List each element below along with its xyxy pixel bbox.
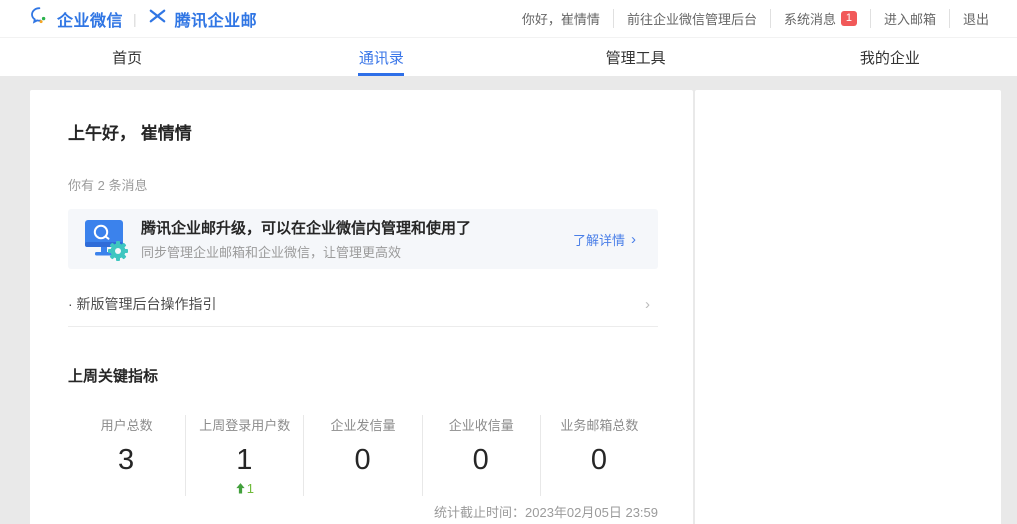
topbar-links: 你好，崔情情 前往企业微信管理后台 系统消息 1 进入邮箱 退出 bbox=[509, 9, 989, 28]
system-message-link[interactable]: 系统消息 1 bbox=[770, 9, 870, 28]
wecom-bubble-icon bbox=[30, 6, 50, 31]
banner-texts: 腾讯企业邮升级，可以在企业微信内管理和使用了 同步管理企业邮箱和企业微信，让管理… bbox=[141, 217, 471, 261]
metric-value: 1 bbox=[236, 444, 253, 477]
banner-title: 腾讯企业邮升级，可以在企业微信内管理和使用了 bbox=[141, 217, 471, 238]
topbar: 企业微信 | 腾讯企业邮 你好，崔情情 前往企业微信管理后台 系统消息 1 进入… bbox=[0, 0, 1017, 37]
metric-label: 上周登录用户数 bbox=[199, 415, 290, 434]
goto-wecom-admin-link[interactable]: 前往企业微信管理后台 bbox=[613, 9, 770, 28]
upgrade-banner[interactable]: 腾讯企业邮升级，可以在企业微信内管理和使用了 同步管理企业邮箱和企业微信，让管理… bbox=[68, 209, 658, 269]
dashboard-panel: 上午好， 崔情情 你有 2 条消息 bbox=[30, 90, 693, 524]
wecom-brand-label: 企业微信 bbox=[57, 7, 123, 31]
tab-home[interactable]: 首页 bbox=[0, 38, 254, 76]
wecom-logo[interactable]: 企业微信 bbox=[30, 6, 123, 31]
metric-value: 3 bbox=[118, 444, 135, 477]
exmail-brand-label: 腾讯企业邮 bbox=[175, 7, 258, 31]
tab-contacts[interactable]: 通讯录 bbox=[254, 38, 508, 76]
metric-label: 用户总数 bbox=[101, 415, 153, 434]
metric-label: 业务邮箱总数 bbox=[560, 415, 638, 434]
metric-received-mail: 企业收信量 0 bbox=[422, 415, 540, 496]
page-greeting: 上午好， 崔情情 bbox=[68, 119, 658, 144]
stats-cutoff-time: 统计截止时间：2023年02月05日 23:59 bbox=[68, 502, 658, 521]
exmail-bowtie-icon bbox=[147, 6, 168, 31]
nav-tabs: 首页 通讯录 管理工具 我的企业 bbox=[0, 37, 1017, 76]
metric-value: 0 bbox=[591, 444, 608, 477]
admin-guide-row[interactable]: · 新版管理后台操作指引 › bbox=[68, 282, 658, 327]
metric-business-mailboxes: 业务邮箱总数 0 bbox=[540, 415, 658, 496]
messages-summary: 你有 2 条消息 bbox=[68, 175, 658, 194]
exmail-logo[interactable]: 腾讯企业邮 bbox=[147, 6, 258, 31]
admin-guide-label: · 新版管理后台操作指引 bbox=[68, 294, 217, 314]
metrics-row: 用户总数 3 上周登录用户数 1 1 企业发信量 0 企业收信量 0 业务邮箱总… bbox=[68, 415, 658, 496]
up-arrow-icon bbox=[236, 483, 245, 494]
metric-value: 0 bbox=[473, 444, 490, 477]
metric-weekly-login-users: 上周登录用户数 1 1 bbox=[185, 415, 303, 496]
system-message-count-badge: 1 bbox=[841, 11, 857, 26]
metric-label: 企业发信量 bbox=[331, 415, 396, 434]
banner-subtitle: 同步管理企业邮箱和企业微信，让管理更高效 bbox=[141, 242, 471, 261]
tab-admin-tools[interactable]: 管理工具 bbox=[509, 38, 763, 76]
enter-mailbox-link[interactable]: 进入邮箱 bbox=[870, 9, 949, 28]
system-message-label: 系统消息 bbox=[784, 9, 836, 28]
brand-separator: | bbox=[133, 11, 137, 27]
chevron-right-icon: › bbox=[631, 232, 636, 247]
logout-link[interactable]: 退出 bbox=[949, 9, 989, 28]
metric-delta-value: 1 bbox=[247, 481, 254, 496]
chevron-right-icon: › bbox=[645, 297, 650, 312]
metric-label: 企业收信量 bbox=[449, 415, 514, 434]
monitor-gear-icon bbox=[80, 215, 132, 263]
learn-more-link[interactable]: 了解详情 › bbox=[573, 230, 636, 249]
metric-sent-mail: 企业发信量 0 bbox=[303, 415, 421, 496]
tab-my-company[interactable]: 我的企业 bbox=[763, 38, 1017, 76]
metrics-section-title: 上周关键指标 bbox=[68, 365, 658, 386]
metric-total-users: 用户总数 3 bbox=[68, 415, 185, 496]
side-panel bbox=[695, 90, 1001, 524]
metric-value: 0 bbox=[354, 444, 371, 477]
user-greeting: 你好，崔情情 bbox=[509, 9, 613, 28]
metric-delta: 1 bbox=[236, 481, 254, 496]
learn-more-label: 了解详情 bbox=[573, 230, 625, 249]
